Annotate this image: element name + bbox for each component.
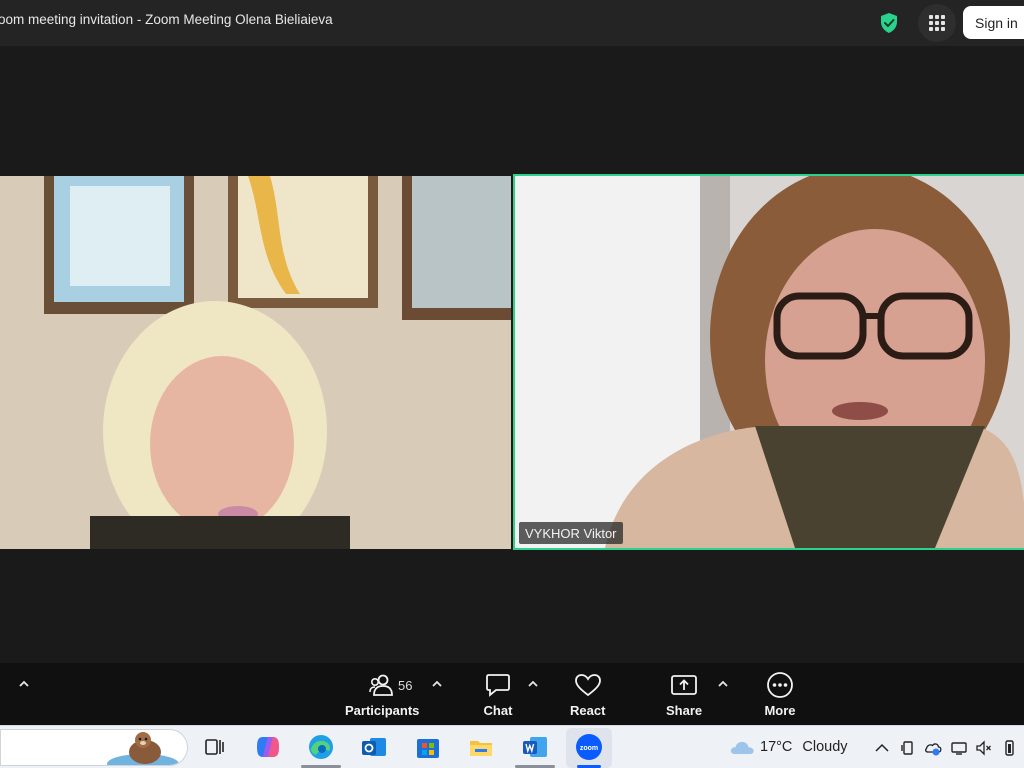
chevron-up-icon[interactable] <box>17 677 31 691</box>
edge-icon[interactable] <box>307 733 335 761</box>
share-options-chevron-icon[interactable] <box>716 677 730 691</box>
microsoft-store-icon[interactable] <box>414 733 442 761</box>
task-view-icon[interactable] <box>200 733 228 761</box>
participants-label: Participants <box>345 703 420 718</box>
search-highlight-otter-icon <box>107 732 179 765</box>
copilot-icon[interactable] <box>254 733 282 761</box>
zoom-icon[interactable]: zoom <box>575 733 603 761</box>
participant-video-tile[interactable] <box>0 176 511 549</box>
browser-title-bar: oom meeting invitation - Zoom Meeting Ol… <box>0 0 1024 46</box>
weather-widget[interactable]: 17°C Cloudy <box>728 737 848 757</box>
security-shield-icon[interactable] <box>878 12 900 34</box>
react-button[interactable]: React <box>570 671 605 718</box>
taskbar-search-box[interactable] <box>0 729 188 766</box>
react-label: React <box>570 703 606 718</box>
more-label: More <box>764 703 796 718</box>
sign-in-button[interactable]: Sign in <box>963 6 1024 39</box>
chat-label: Chat <box>483 703 513 718</box>
volume-muted-icon[interactable] <box>975 739 993 757</box>
share-label: Share <box>666 703 703 718</box>
chat-bubble-icon <box>482 671 514 699</box>
show-hidden-icons-chevron-icon[interactable] <box>873 739 891 757</box>
active-speaker-video-tile[interactable]: VYKHOR Viktor <box>513 174 1024 550</box>
network-icon[interactable] <box>950 739 968 757</box>
svg-text:zoom: zoom <box>580 745 598 752</box>
heart-icon <box>572 671 604 699</box>
word-icon[interactable] <box>521 733 549 761</box>
chat-button[interactable]: Chat <box>482 671 514 718</box>
apps-grid-button[interactable] <box>918 4 956 42</box>
outlook-icon[interactable] <box>360 733 388 761</box>
participant-video-feed <box>0 176 511 549</box>
chat-options-chevron-icon[interactable] <box>526 677 540 691</box>
share-screen-icon <box>668 671 700 699</box>
participants-count: 56 <box>398 678 413 693</box>
file-explorer-icon[interactable] <box>467 733 495 761</box>
participants-icon <box>366 671 398 699</box>
participants-options-chevron-icon[interactable] <box>430 677 444 691</box>
meeting-title: oom meeting invitation - Zoom Meeting Ol… <box>0 12 333 27</box>
more-button[interactable]: More <box>764 671 796 718</box>
zoom-meeting-screen: oom meeting invitation - Zoom Meeting Ol… <box>0 0 1024 768</box>
battery-icon[interactable] <box>1000 739 1018 757</box>
meeting-toolbar: Participants 56 Chat React Share More <box>0 663 1024 725</box>
participant-name-tag: VYKHOR Viktor <box>519 522 623 544</box>
windows-taskbar: zoom 17°C Cloudy <box>0 725 1024 768</box>
apps-grid-icon <box>929 15 945 31</box>
onedrive-cloud-icon[interactable] <box>924 739 942 757</box>
device-tray-icon[interactable] <box>899 739 917 757</box>
more-options-icon <box>764 671 796 699</box>
weather-temperature: 17°C <box>760 739 793 755</box>
share-button[interactable]: Share <box>666 671 702 718</box>
weather-condition: Cloudy <box>802 739 848 755</box>
participant-video-feed <box>515 176 1024 548</box>
cloudy-weather-icon <box>730 741 754 754</box>
video-gallery: VYKHOR Viktor <box>0 46 1024 663</box>
